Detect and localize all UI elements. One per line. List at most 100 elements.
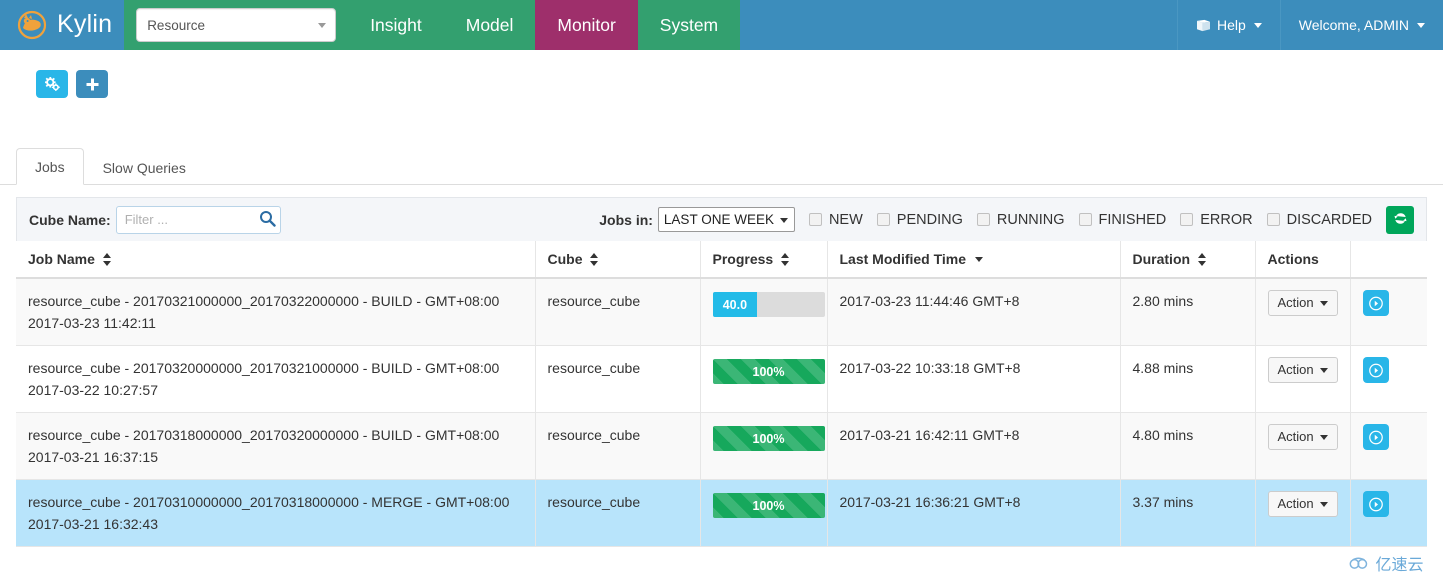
- column-label: Cube: [547, 251, 583, 267]
- action-dropdown-button[interactable]: Action: [1267, 424, 1338, 450]
- watermark: 亿速云: [1330, 548, 1443, 578]
- watermark-text: 亿速云: [1375, 557, 1424, 574]
- column-header-duration[interactable]: Duration: [1120, 241, 1256, 279]
- brand-logo-area[interactable]: Kylin: [0, 0, 124, 50]
- cloud-icon: [1349, 556, 1371, 570]
- nav-item-system[interactable]: System: [637, 0, 741, 50]
- action-dropdown-button[interactable]: Action: [1267, 491, 1338, 517]
- user-menu[interactable]: Welcome, ADMIN: [1279, 0, 1443, 50]
- jobs-panel: Cube Name: Jobs in: LAST ONE WEEK NEW PE…: [0, 185, 1443, 547]
- status-filter-pending[interactable]: PENDING: [876, 212, 963, 228]
- column-label: Duration: [1132, 251, 1191, 267]
- sort-both-icon: [102, 253, 111, 266]
- cell-duration: 3.37 mins: [1120, 479, 1256, 547]
- jobs-in-label: Jobs in:: [599, 211, 653, 228]
- cube-name-label: Cube Name:: [29, 211, 111, 228]
- plus-icon: [86, 78, 99, 91]
- table-row[interactable]: resource_cube - 20170320000000_201703210…: [16, 345, 1427, 413]
- status-filter-running[interactable]: RUNNING: [976, 212, 1065, 228]
- arrow-right-circle-icon[interactable]: [1362, 491, 1389, 517]
- cell-drill: [1350, 278, 1427, 346]
- project-select-value: Resource: [147, 17, 205, 33]
- search-input[interactable]: [115, 205, 281, 234]
- arrow-right-circle-icon[interactable]: [1362, 424, 1389, 450]
- table-row[interactable]: resource_cube - 20170318000000_201703200…: [16, 412, 1427, 480]
- brand-title: Kylin: [57, 9, 113, 38]
- cell-drill: [1350, 479, 1427, 547]
- action-dropdown-button[interactable]: Action: [1267, 290, 1338, 316]
- cell-progress: 100%: [700, 479, 828, 547]
- progress-bar: 100%: [712, 426, 825, 451]
- refresh-icon: [1393, 211, 1408, 229]
- progress-fill: 40.0: [712, 292, 758, 317]
- project-select[interactable]: Resource: [136, 8, 337, 42]
- settings-button[interactable]: [36, 70, 68, 98]
- jobs-in-select[interactable]: LAST ONE WEEK: [657, 207, 795, 232]
- progress-fill: 100%: [712, 359, 825, 384]
- add-button[interactable]: [76, 70, 108, 98]
- action-label: Action: [1277, 496, 1314, 511]
- arrow-right-circle-icon[interactable]: [1362, 357, 1389, 383]
- column-header-progress[interactable]: Progress: [700, 241, 828, 279]
- cell-job-name: resource_cube - 20170318000000_201703200…: [16, 412, 536, 480]
- action-label: Action: [1277, 362, 1314, 377]
- action-dropdown-button[interactable]: Action: [1267, 357, 1338, 383]
- checkbox-running[interactable]: [976, 213, 990, 226]
- checkbox-label-new: NEW: [828, 211, 863, 228]
- status-filter-new[interactable]: NEW: [808, 211, 863, 228]
- cell-actions: Action: [1255, 278, 1351, 346]
- checkbox-discarded[interactable]: [1266, 213, 1280, 226]
- checkbox-new[interactable]: [808, 213, 822, 226]
- checkbox-error[interactable]: [1180, 213, 1194, 226]
- column-label: Progress: [712, 251, 774, 267]
- chevron-down-icon: [318, 23, 327, 28]
- table-row[interactable]: resource_cube - 20170321000000_201703220…: [16, 278, 1427, 346]
- table-body: resource_cube - 20170321000000_201703220…: [16, 278, 1427, 547]
- cell-job-name: resource_cube - 20170321000000_201703220…: [16, 278, 536, 346]
- checkbox-pending[interactable]: [876, 213, 890, 226]
- search-icon[interactable]: [259, 210, 276, 227]
- cell-cube: resource_cube: [535, 412, 701, 480]
- nav-item-insight[interactable]: Insight: [348, 0, 444, 50]
- checkbox-label-error: ERROR: [1200, 211, 1253, 228]
- status-filter-discarded[interactable]: DISCARDED: [1266, 211, 1372, 228]
- cell-cube: resource_cube: [535, 345, 701, 413]
- nav-item-model[interactable]: Model: [443, 0, 536, 50]
- caret-down-icon: [1319, 501, 1328, 507]
- chevron-down-icon: [779, 217, 788, 223]
- sort-desc-icon: [974, 257, 983, 262]
- cell-progress: 100%: [700, 412, 828, 480]
- column-header-cube[interactable]: Cube: [535, 241, 701, 279]
- tab-slow-queries[interactable]: Slow Queries: [84, 149, 205, 185]
- checkbox-finished[interactable]: [1078, 213, 1092, 226]
- cell-last-modified: 2017-03-21 16:36:21 GMT+8: [827, 479, 1121, 547]
- progress-bar: 100%: [712, 359, 825, 384]
- arrow-right-circle-icon[interactable]: [1362, 290, 1389, 316]
- checkbox-label-discarded: DISCARDED: [1286, 211, 1372, 228]
- column-header-last-modified-time[interactable]: Last Modified Time: [827, 241, 1121, 279]
- cell-last-modified: 2017-03-21 16:42:11 GMT+8: [827, 412, 1121, 480]
- action-label: Action: [1277, 429, 1314, 444]
- cell-job-name: resource_cube - 20170320000000_201703210…: [16, 345, 536, 413]
- filter-bar: Cube Name: Jobs in: LAST ONE WEEK NEW PE…: [16, 197, 1427, 241]
- help-menu[interactable]: Help: [1176, 0, 1280, 50]
- book-icon: [1196, 19, 1211, 32]
- column-label: Last Modified Time: [839, 251, 967, 267]
- cell-actions: Action: [1255, 412, 1351, 480]
- refresh-button[interactable]: [1386, 205, 1414, 234]
- caret-down-icon: [1319, 434, 1328, 440]
- jobs-table: Job Name Cube Progress Last Modified Tim…: [16, 241, 1427, 547]
- caret-down-icon: [1319, 367, 1328, 373]
- nav-item-monitor[interactable]: Monitor: [535, 0, 638, 50]
- cell-drill: [1350, 345, 1427, 413]
- column-header-job-name[interactable]: Job Name: [16, 241, 536, 279]
- tab-jobs[interactable]: Jobs: [16, 148, 84, 185]
- status-filter-finished[interactable]: FINISHED: [1078, 212, 1166, 228]
- cell-actions: Action: [1255, 479, 1351, 547]
- status-filter-error[interactable]: ERROR: [1180, 211, 1253, 228]
- column-header-actions: Actions: [1255, 241, 1351, 279]
- user-label: Welcome, ADMIN: [1298, 17, 1409, 33]
- sort-both-icon: [781, 253, 790, 266]
- table-row[interactable]: resource_cube - 20170310000000_201703180…: [16, 479, 1427, 547]
- project-selector-wrap: Resource: [124, 0, 349, 50]
